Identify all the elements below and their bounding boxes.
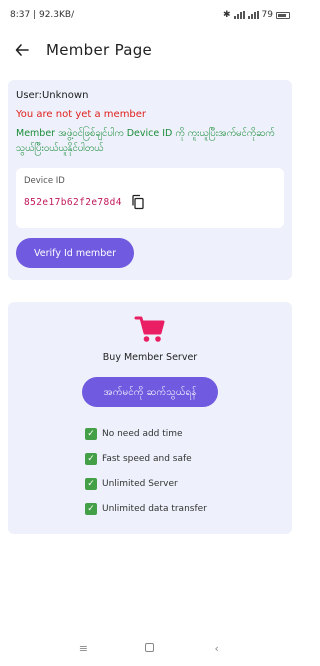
feature-text: Unlimited Server	[102, 478, 178, 489]
feature-text: No need add time	[102, 428, 183, 439]
buy-member-title: Buy Member Server	[102, 352, 198, 363]
check-mark-icon: ✓	[85, 427, 97, 440]
user-status: User:Unknown	[16, 90, 89, 101]
device-id-row: 852e17b62f2e78d4	[24, 194, 276, 210]
home-icon[interactable]	[140, 642, 160, 655]
feature-item: ✓ Unlimited Server	[85, 471, 215, 496]
back-arrow-icon[interactable]	[12, 40, 32, 60]
device-id-box: Device ID 852e17b62f2e78d4	[16, 168, 284, 228]
copy-icon[interactable]	[130, 194, 146, 210]
app-bar: Member Page	[0, 30, 300, 70]
feature-item: ✓ Fast speed and safe	[85, 446, 215, 471]
member-info-message: Member အဖွဲ့ဝင်ဖြစ်ချင်ပါက Device ID ကို…	[16, 128, 275, 154]
bluetooth-icon: ✱	[223, 10, 231, 20]
check-mark-icon: ✓	[85, 502, 97, 515]
verify-id-member-button[interactable]: Verify Id member	[16, 238, 134, 268]
page-title: Member Page	[46, 41, 153, 59]
system-nav-bar: ≡ ‹	[0, 630, 300, 666]
device-id-value: 852e17b62f2e78d4	[24, 196, 122, 208]
buy-member-card: Buy Member Server အက်မင်ကို ဆက်သွယ်ရန် ✓…	[8, 302, 292, 534]
shopping-cart-icon	[133, 312, 167, 346]
check-mark-icon: ✓	[85, 477, 97, 490]
feature-item: ✓ No need add time	[85, 421, 215, 446]
not-member-warning: You are not yet a member	[16, 109, 147, 120]
feature-list: ✓ No need add time ✓ Fast speed and safe…	[85, 421, 215, 521]
contact-admin-button[interactable]: အက်မင်ကို ဆက်သွယ်ရန်	[82, 377, 218, 407]
feature-text: Fast speed and safe	[102, 453, 192, 464]
signal-icon	[233, 11, 245, 19]
recent-apps-icon[interactable]: ≡	[73, 642, 93, 655]
status-time: 8:37 | 92.3KB/	[10, 10, 75, 20]
status-icons: ✱ 79	[223, 10, 290, 20]
user-card: User:Unknown You are not yet a member Me…	[8, 80, 292, 280]
back-icon[interactable]: ‹	[207, 642, 227, 655]
check-mark-icon: ✓	[85, 452, 97, 465]
device-id-label: Device ID	[24, 176, 65, 186]
feature-text: Unlimited data transfer	[102, 503, 207, 514]
signal-icon-2	[247, 11, 259, 19]
battery-label: 79	[261, 10, 273, 20]
status-bar: 8:37 | 92.3KB/ ✱ 79	[0, 0, 300, 30]
battery-icon	[276, 11, 290, 19]
feature-item: ✓ Unlimited data transfer	[85, 496, 215, 521]
